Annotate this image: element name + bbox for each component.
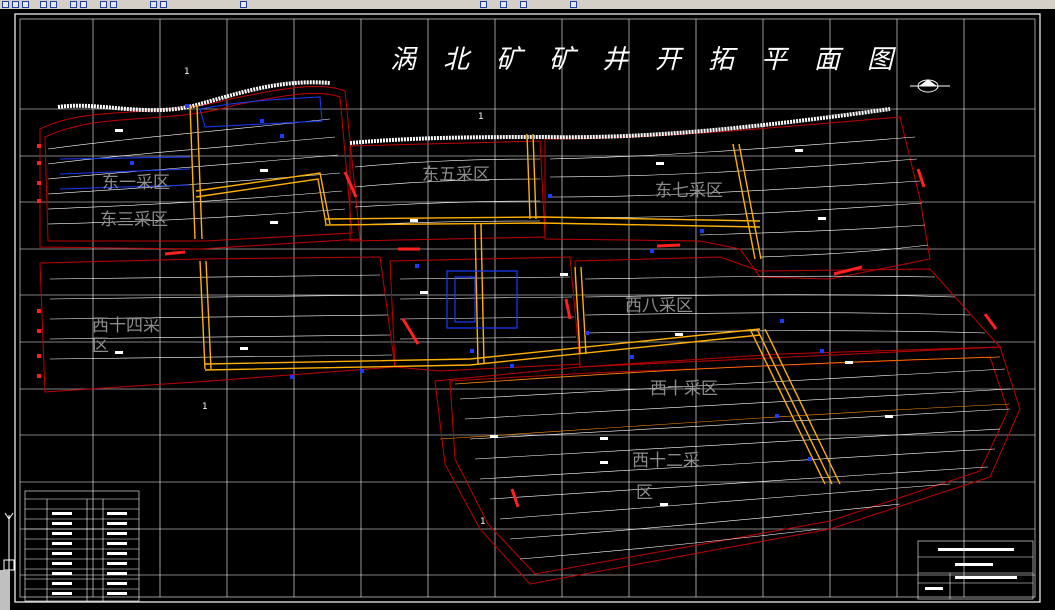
pan-icon[interactable] — [150, 1, 157, 8]
copy-icon[interactable] — [80, 1, 87, 8]
preview-icon[interactable] — [50, 1, 57, 8]
mining-boundary — [39, 85, 1021, 585]
zone-label-west14-line1: 西十四采 — [92, 316, 160, 336]
zone-label-east1: 东一采区 — [102, 173, 170, 193]
new-icon[interactable] — [2, 1, 9, 8]
legend-entries — [52, 512, 127, 595]
zone-label-west14-line2: 区 — [92, 336, 109, 356]
borehole-markers — [130, 104, 824, 461]
drawing-canvas[interactable]: 涡北矿矿井开拓平面图 东一采区 东三采区 东五采区 东七采区 西十四采 区 西八… — [0, 9, 1055, 610]
layer-icon[interactable] — [240, 1, 247, 8]
zone-label-east7: 东七采区 — [655, 181, 723, 201]
vertical-scrollbar[interactable] — [0, 570, 10, 610]
redo-icon[interactable] — [110, 1, 117, 8]
zone-label-west12-line2: 区 — [636, 483, 653, 503]
seam-outcrop-line — [454, 356, 1001, 385]
zone-label-west10: 西十采区 — [650, 379, 718, 399]
properties-icon[interactable] — [480, 1, 487, 8]
design-center-icon[interactable] — [500, 1, 507, 8]
tool-palette-icon[interactable] — [520, 1, 527, 8]
save-icon[interactable] — [22, 1, 29, 8]
mine-plan-drawing — [14, 13, 1041, 603]
undo-icon[interactable] — [100, 1, 107, 8]
zone-label-west8: 西八采区 — [625, 296, 693, 316]
main-roadways — [189, 104, 841, 485]
print-icon[interactable] — [40, 1, 47, 8]
help-icon[interactable] — [570, 1, 577, 8]
section-marker: 1 — [202, 402, 208, 412]
zoom-icon[interactable] — [160, 1, 167, 8]
north-arrow-icon — [910, 79, 950, 93]
section-marker: 1 — [184, 67, 190, 77]
drawing-inner-frame — [19, 18, 1036, 598]
open-icon[interactable] — [12, 1, 19, 8]
drawing-frame — [14, 13, 1041, 603]
title-block-text — [925, 548, 1017, 590]
zone-label-east5: 东五采区 — [422, 165, 490, 185]
cut-icon[interactable] — [70, 1, 77, 8]
section-marker: 1 — [480, 517, 486, 527]
section-marker: 1 — [478, 112, 484, 122]
coordinate-grid — [20, 19, 1035, 597]
zone-label-east3: 东三采区 — [100, 210, 168, 230]
drawing-title: 涡北矿矿井开拓平面图 — [390, 45, 921, 75]
zone-label-west12-line1: 西十二采 — [632, 451, 700, 471]
